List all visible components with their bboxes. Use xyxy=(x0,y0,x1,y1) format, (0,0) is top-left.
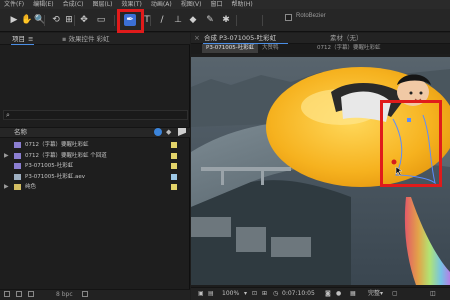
project-search-input[interactable] xyxy=(3,110,188,120)
delete-icon[interactable] xyxy=(82,291,88,297)
item-type-icon xyxy=(14,142,21,148)
menu-item[interactable]: 帮助(H) xyxy=(232,0,253,9)
project-item-name: 0712（字幕）要醒吐彩虹 个回道 xyxy=(25,152,107,159)
chevron-down-icon[interactable]: ▾ xyxy=(380,287,383,300)
close-icon[interactable]: × xyxy=(194,34,200,42)
label-color-swatch[interactable] xyxy=(171,152,177,159)
expand-arrow-icon[interactable]: ▶ xyxy=(4,182,9,192)
breadcrumb-item[interactable]: P3-071005-吐彩虹 xyxy=(202,44,259,53)
view-options-icon[interactable]: ◫ xyxy=(430,287,436,300)
transparency-grid-icon[interactable]: ▦ xyxy=(350,287,356,300)
clone-stamp-tool-icon[interactable]: ⊥ xyxy=(172,14,184,26)
label-tag-icon[interactable]: ◆ xyxy=(166,127,171,138)
tab-project-label: 项目 xyxy=(12,35,25,43)
item-type-icon xyxy=(14,152,21,159)
mask-highlight-box xyxy=(380,100,442,187)
toolbar-separator xyxy=(150,15,151,26)
show-channel-icon[interactable]: ● xyxy=(336,287,341,300)
menu-bar: 文件(F) 编辑(E) 合成(C) 图层(L) 效果(T) 动画(A) 视图(V) 窗口 帮助(… xyxy=(0,0,450,9)
new-folder-icon[interactable] xyxy=(16,291,22,297)
rectangle-tool-icon[interactable]: ▭ xyxy=(95,14,107,26)
eraser-tool-icon[interactable]: ◆ xyxy=(187,14,199,26)
project-item[interactable]: ▶ 纯色 xyxy=(0,182,190,192)
interpret-footage-icon[interactable] xyxy=(4,291,10,297)
tools-toolbar: ▶ ✋ 🔍 ⟲ ⊞ ✥ ▭ ✒ T / ⊥ ◆ ✎ ✱ xyxy=(0,9,450,32)
menu-item[interactable]: 效果(T) xyxy=(122,0,142,9)
resolution-dropdown[interactable]: 完整 xyxy=(368,287,380,300)
rotobezier-label: RotoBezier xyxy=(296,13,326,19)
current-time-icon: ◷ xyxy=(273,290,279,297)
tab-menu-icon[interactable]: ≡ xyxy=(28,35,33,43)
fit-icon[interactable]: ⊡ xyxy=(252,287,257,300)
selection-tool-icon[interactable]: ▶ xyxy=(8,14,20,26)
expand-arrow-icon[interactable]: ▶ xyxy=(4,151,9,161)
toolbar-separator xyxy=(114,15,115,26)
project-item-name: 纯色 xyxy=(25,184,37,190)
toolbar-separator xyxy=(236,15,237,26)
current-time-display[interactable]: 0:07:10:05 xyxy=(282,287,315,300)
breadcrumb-item[interactable]: 0712（字幕）要醒吐彩虹 xyxy=(313,44,385,53)
brush-tool-icon[interactable]: / xyxy=(156,14,168,26)
project-panel-tabs: 项目 ≡ ▪ 效果控件 彩虹 xyxy=(0,33,190,45)
pan-behind-tool-icon[interactable]: ✥ xyxy=(78,14,90,26)
column-name-header[interactable]: 名称 xyxy=(14,127,27,138)
project-item-name: P3-071005-吐彩虹.aev xyxy=(25,173,86,180)
project-item-name: 0712（字幕）要醒吐彩虹 xyxy=(25,142,89,148)
search-icon: ⌕ xyxy=(6,111,10,119)
menu-item[interactable]: 合成(C) xyxy=(63,0,84,9)
tab-effect-controls[interactable]: ▪ 效果控件 彩虹 xyxy=(58,33,114,45)
tab-footage[interactable]: 素材（无） xyxy=(330,33,363,44)
project-item[interactable]: P3-071005-吐彩虹.aev xyxy=(0,172,190,182)
region-of-interest-icon[interactable]: ▢ xyxy=(392,287,398,300)
label-color-swatch[interactable] xyxy=(171,142,177,148)
toolbar-separator xyxy=(74,15,75,26)
roto-brush-tool-icon[interactable]: ✎ xyxy=(204,14,216,26)
item-type-icon xyxy=(14,184,21,190)
toolbar-separator xyxy=(44,15,45,26)
project-item-name: P3-071005-吐彩虹 xyxy=(25,163,74,169)
hand-tool-icon[interactable]: ✋ xyxy=(21,14,33,26)
chevron-down-icon[interactable]: ▾ xyxy=(244,287,247,300)
project-item[interactable]: P3-071005-吐彩虹 xyxy=(0,161,190,171)
label-color-swatch[interactable] xyxy=(171,163,177,169)
item-type-icon xyxy=(14,173,21,180)
active-tab-underline xyxy=(11,44,35,45)
tab-project[interactable]: 项目 ≡ xyxy=(8,33,37,45)
menu-item[interactable]: 窗口 xyxy=(210,0,222,9)
puppet-tool-icon[interactable]: ✱ xyxy=(220,14,232,26)
label-color-swatch[interactable] xyxy=(171,173,177,180)
menu-item[interactable]: 动画(A) xyxy=(151,0,172,9)
new-composition-icon[interactable] xyxy=(28,291,34,297)
tab-effects-label: 效果控件 彩虹 xyxy=(68,35,110,43)
rotobezier-checkbox[interactable] xyxy=(285,14,292,21)
safe-margins-icon[interactable]: ▤ xyxy=(208,287,214,300)
grid-icon[interactable]: ⊞ xyxy=(262,287,267,300)
snapshot-icon[interactable]: ◙ xyxy=(325,287,331,300)
menu-item[interactable]: 文件(F) xyxy=(4,0,24,9)
rotate-tool-icon[interactable]: ⟲ xyxy=(50,14,62,26)
menu-item[interactable]: 视图(V) xyxy=(181,0,202,9)
pen-tool-highlight xyxy=(117,9,144,33)
project-item[interactable]: ▶ 0712（字幕）要醒吐彩虹 个回道 xyxy=(0,151,190,161)
menu-item[interactable]: 编辑(E) xyxy=(33,0,53,9)
label-color-swatch[interactable] xyxy=(171,184,177,190)
toolbar-separator xyxy=(262,15,263,26)
project-item[interactable]: 0712（字幕）要醒吐彩虹 xyxy=(0,140,190,150)
menu-item[interactable]: 图层(L) xyxy=(93,0,113,9)
item-type-icon xyxy=(14,163,21,169)
zoom-dropdown[interactable]: 100% xyxy=(222,287,239,300)
always-preview-icon[interactable]: ▣ xyxy=(198,287,204,300)
sort-icon[interactable] xyxy=(154,128,162,136)
breadcrumb-item[interactable]: 大赞鸭 xyxy=(258,44,283,53)
bit-depth-label[interactable]: 8 bpc xyxy=(56,289,73,300)
